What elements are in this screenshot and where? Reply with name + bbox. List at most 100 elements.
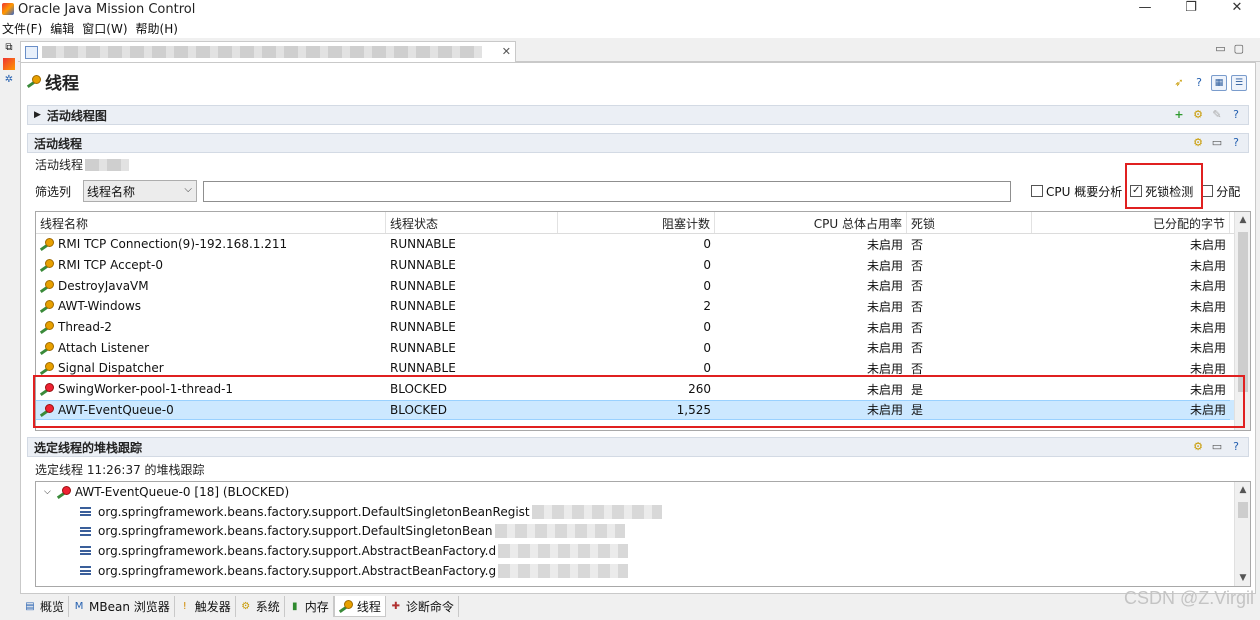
scroll-thumb[interactable] — [1238, 232, 1248, 392]
stack-frame-row[interactable]: org.springframework.beans.factory.suppor… — [36, 541, 1250, 561]
blocked-count-cell: 0 — [558, 317, 715, 338]
allocated-bytes-cell: 未启用 — [1032, 358, 1230, 379]
blocked-count-cell: 0 — [558, 275, 715, 296]
bottom-tab-diagnostic[interactable]: ✚ 诊断命令 — [385, 596, 459, 617]
table-row[interactable]: RMI TCP Connection(9)-192.168.1.211 RUNNA… — [36, 234, 1250, 255]
blocked-thread-icon — [40, 383, 54, 395]
grid-view-icon[interactable]: ▦ — [1211, 75, 1227, 91]
settings-icon[interactable]: ⚙ — [1190, 439, 1206, 455]
table-row[interactable]: AWT-EventQueue-0 BLOCKED 1,525 未启用是未启用 — [36, 399, 1250, 421]
bottom-tab-trigger[interactable]: ! 触发器 — [174, 596, 236, 617]
scroll-down-icon[interactable]: ▼ — [1235, 573, 1250, 583]
minimize-button[interactable]: — — [1122, 0, 1168, 18]
scroll-up-icon[interactable]: ▲ — [1235, 215, 1251, 225]
filter-row: 筛选列 线程名称 ⌵ CPU 概要分析 ✓ 死锁检测 分配 — [35, 179, 1249, 203]
allocation-checkbox[interactable]: 分配 — [1201, 183, 1240, 200]
table-row[interactable]: Thread-2 RUNNABLE 0 未启用否未启用 — [36, 317, 1250, 338]
thread-state-cell: RUNNABLE — [386, 275, 558, 296]
blocked-count-cell: 0 — [558, 255, 715, 276]
tree-root-label: AWT-EventQueue-0 [18] (BLOCKED) — [74, 484, 290, 499]
blocked-count-cell-text: 0 — [703, 258, 711, 273]
scroll-up-icon[interactable]: ▲ — [1235, 485, 1250, 495]
column-header-state[interactable]: 线程状态 — [386, 212, 558, 233]
cpu-usage-cell: 未启用 — [715, 255, 907, 276]
console-icon — [25, 45, 38, 59]
thread-name-cell: Signal Dispatcher — [36, 358, 386, 379]
stack-trace-tree: ⌵ AWT-EventQueue-0 [18] (BLOCKED) org.sp… — [35, 481, 1251, 587]
pin-icon[interactable]: ➶ — [1171, 75, 1187, 91]
tree-root-row[interactable]: ⌵ AWT-EventQueue-0 [18] (BLOCKED) — [36, 482, 1250, 502]
table-row[interactable]: Attach Listener RUNNABLE 0 未启用否未启用 — [36, 337, 1250, 358]
minimize-section-icon[interactable]: ▭ — [1209, 439, 1225, 455]
bottom-tab-system[interactable]: ⚙ 系统 — [235, 596, 285, 617]
table-row[interactable]: Signal Dispatcher RUNNABLE 0 未启用否未启用 — [36, 358, 1250, 379]
editor-tab-jvm[interactable]: ✕ — [20, 41, 516, 62]
table-scrollbar[interactable]: ▲ — [1234, 212, 1250, 430]
stack-frame-row[interactable]: org.springframework.beans.factory.suppor… — [36, 502, 1250, 522]
menu-help[interactable]: 帮助(H) — [134, 20, 184, 37]
running-thread-icon — [40, 321, 54, 333]
bottom-tab-thread[interactable]: 线程 — [333, 596, 386, 617]
bottom-tab-overview[interactable]: ▤ 概览 — [20, 596, 70, 617]
column-header-allocated[interactable]: 已分配的字节 — [1032, 212, 1230, 233]
redacted-text — [494, 524, 625, 539]
minimize-section-icon[interactable]: ▭ — [1209, 135, 1225, 151]
add-icon[interactable]: + — [1171, 107, 1187, 123]
blocked-count-cell-text: 2 — [703, 299, 711, 314]
editor-minmax-icons[interactable]: ▭▢ — [1215, 42, 1252, 55]
redacted-tab-title — [42, 46, 482, 58]
edit-icon[interactable]: ✎ — [1209, 107, 1225, 123]
list-view-icon[interactable]: ☰ — [1231, 75, 1247, 91]
jvm-browser-icon[interactable] — [3, 58, 15, 70]
menu-window[interactable]: 窗口(W) — [80, 20, 133, 37]
column-header-name[interactable]: 线程名称 — [36, 212, 386, 233]
table-row[interactable]: AWT-Windows RUNNABLE 2 未启用否未启用 — [36, 296, 1250, 317]
cpu-profiling-checkbox[interactable]: CPU 概要分析 — [1031, 183, 1122, 200]
column-header-deadlock[interactable]: 死锁 — [907, 212, 1032, 233]
outline-icon[interactable]: ✲ — [3, 74, 15, 86]
settings-icon[interactable]: ⚙ — [1190, 135, 1206, 151]
column-header-cpu[interactable]: CPU 总体占用率 — [715, 212, 907, 233]
stack-frame-row[interactable]: org.springframework.beans.factory.suppor… — [36, 521, 1250, 541]
section-thread-graph[interactable]: ▶ 活动线程图 + ⚙ ✎ ? — [27, 105, 1249, 125]
help-icon[interactable]: ? — [1228, 135, 1244, 151]
menu-edit[interactable]: 编辑 — [48, 20, 80, 37]
thread-name-cell-text: Signal Dispatcher — [58, 361, 164, 376]
thread-state-cell-text: RUNNABLE — [390, 320, 456, 335]
scroll-thumb[interactable] — [1238, 502, 1248, 518]
restore-icon[interactable]: ⧉ — [3, 42, 15, 54]
bottom-tab-mbean[interactable]: M MBean 浏览器 — [69, 596, 175, 617]
bottom-tab-bar: ▤ 概览 M MBean 浏览器! 触发器 ⚙ 系统 ▮ 内存 线程 ✚ 诊断命令 — [20, 596, 1260, 618]
table-row[interactable]: DestroyJavaVM RUNNABLE 0 未启用否未启用 — [36, 275, 1250, 296]
thread-state-cell: RUNNABLE — [386, 358, 558, 379]
help-icon[interactable]: ? — [1191, 75, 1207, 91]
section-title: 选定线程的堆栈跟踪 — [34, 440, 143, 455]
blocked-count-cell: 1,525 — [558, 399, 715, 421]
help-icon[interactable]: ? — [1228, 439, 1244, 455]
thread-name-cell-text: AWT-Windows — [58, 299, 142, 314]
tab-close-icon[interactable]: ✕ — [502, 45, 511, 58]
section-title: 活动线程 — [34, 136, 83, 151]
blocked-count-cell: 0 — [558, 234, 715, 255]
menu-file[interactable]: 文件(F) — [0, 20, 48, 37]
allocated-bytes-cell: 未启用 — [1032, 317, 1230, 338]
chevron-down-icon[interactable]: ⌵ — [44, 487, 51, 497]
menu-bar: 文件(F) 编辑 窗口(W) 帮助(H) — [0, 18, 1260, 38]
close-button[interactable]: ✕ — [1214, 0, 1260, 18]
filter-input[interactable] — [203, 180, 1011, 202]
column-header-blocked[interactable]: 阻塞计数 — [558, 212, 715, 233]
tree-scrollbar[interactable]: ▲ ▼ — [1234, 482, 1250, 586]
help-icon[interactable]: ? — [1228, 107, 1244, 123]
thread-name-cell-text: RMI TCP Accept-0 — [58, 258, 163, 273]
cpu-usage-cell-text: 未启用 — [866, 341, 903, 356]
filter-column-select[interactable]: 线程名称 ⌵ — [83, 180, 197, 202]
bottom-tab-memory[interactable]: ▮ 内存 — [284, 596, 334, 617]
blocked-count-cell: 2 — [558, 296, 715, 317]
table-row[interactable]: SwingWorker-pool-1-thread-1 BLOCKED 260 未启用… — [36, 379, 1250, 400]
settings-icon[interactable]: ⚙ — [1190, 107, 1206, 123]
allocated-bytes-cell-text: 未启用 — [1189, 279, 1226, 294]
maximize-button[interactable]: ❐ — [1168, 0, 1214, 18]
table-row[interactable]: RMI TCP Accept-0 RUNNABLE 0 未启用否未启用 — [36, 255, 1250, 276]
allocated-bytes-cell-text: 未启用 — [1189, 382, 1226, 397]
stack-frame-row[interactable]: org.springframework.beans.factory.suppor… — [36, 561, 1250, 581]
